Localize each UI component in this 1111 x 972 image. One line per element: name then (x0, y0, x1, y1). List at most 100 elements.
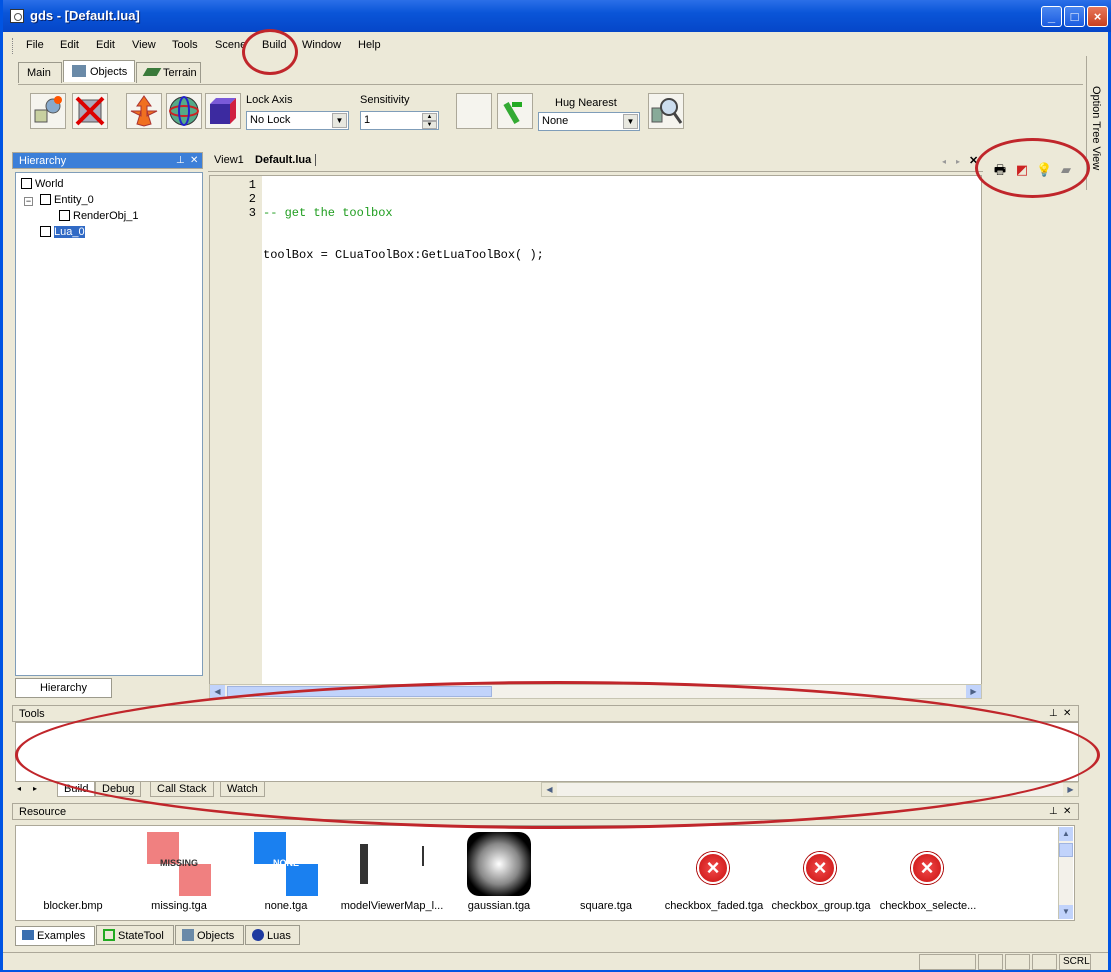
code-editor[interactable]: 1 2 3 -- get the toolbox toolBox = CLuaT… (209, 175, 982, 685)
tab-statetool[interactable]: StateTool (96, 925, 174, 945)
tools-output[interactable] (15, 722, 1079, 782)
resource-item[interactable]: gaussian.tga (447, 832, 551, 918)
menu-window[interactable]: Window (302, 39, 341, 51)
menubar-grip (12, 38, 15, 54)
scroll-thumb[interactable] (227, 686, 492, 697)
menu-edit-2[interactable]: Edit (96, 39, 115, 51)
checkbox-icon[interactable] (59, 210, 70, 221)
delete-object-button[interactable] (72, 93, 108, 129)
tab-call-stack[interactable]: Call Stack (150, 782, 214, 797)
shapes-toggle-icon[interactable]: ◩ (1014, 162, 1030, 178)
menu-build[interactable]: Build (262, 39, 286, 51)
pin-icon[interactable]: ⊥ (1049, 806, 1058, 817)
hierarchy-tree[interactable]: World − Entity_0 RenderObj_1 Lua_0 (15, 172, 203, 676)
add-object-button[interactable] (30, 93, 66, 129)
tab-default-lua[interactable]: Default.lua (255, 154, 317, 166)
tab-main[interactable]: Main (18, 62, 62, 83)
tab-examples-label: Examples (37, 930, 86, 942)
resource-item[interactable]: square.tga (554, 832, 658, 918)
scroll-up-icon[interactable]: ▲ (1059, 827, 1073, 841)
camera-icon[interactable]: ▰ (1058, 162, 1074, 178)
tab-objects-res-label: Objects (197, 930, 235, 942)
line-number-gutter: 1 2 3 (210, 176, 262, 684)
tab-next-icon[interactable]: ▸ (956, 157, 960, 166)
menu-edit[interactable]: Edit (60, 39, 79, 51)
menu-view[interactable]: View (132, 39, 156, 51)
close-document-icon[interactable]: ✕ (969, 154, 978, 167)
checkbox-icon[interactable] (40, 226, 51, 237)
tab-view1[interactable]: View1 (214, 154, 244, 166)
menu-scene[interactable]: Scene (215, 39, 246, 51)
menu-tools[interactable]: Tools (172, 39, 198, 51)
tab-prev-icon[interactable]: ◂ (942, 157, 946, 166)
tab-luas[interactable]: Luas (245, 925, 300, 945)
close-button[interactable]: × (1087, 6, 1108, 27)
resource-item[interactable]: MISSING missing.tga (127, 832, 231, 918)
spin-down-icon[interactable]: ▼ (422, 121, 437, 129)
light-bulb-icon[interactable]: 💡 (1036, 162, 1052, 178)
close-icon[interactable]: ✕ (1063, 806, 1071, 817)
tree-node-entity[interactable]: Entity_0 (40, 194, 94, 206)
tools-header[interactable]: Tools ⊥ ✕ (12, 705, 1079, 722)
pin-icon[interactable]: ⊥ (176, 155, 185, 166)
tab-hierarchy[interactable]: Hierarchy (15, 678, 112, 698)
menu-help[interactable]: Help (358, 39, 381, 51)
tab-examples[interactable]: Examples (15, 926, 95, 946)
scroll-down-icon[interactable]: ▼ (1059, 905, 1073, 919)
checkbox-icon[interactable] (21, 178, 32, 189)
menu-file[interactable]: File (26, 39, 44, 51)
blank-tool-button[interactable] (456, 93, 492, 129)
tab-scroll-right-icon[interactable]: ▸ (33, 784, 37, 793)
resource-item[interactable]: blocker.bmp (21, 832, 125, 918)
resource-item[interactable]: NONE none.tga (234, 832, 338, 918)
editor-horizontal-scrollbar[interactable]: ◀ ▶ (209, 684, 982, 699)
hierarchy-header[interactable]: Hierarchy ⊥ ✕ (12, 152, 203, 169)
rotate-tool-button[interactable] (166, 93, 202, 129)
menu-bar: File Edit Edit View Tools Scene Build Wi… (6, 34, 1086, 56)
title-bar[interactable]: gds - [Default.lua] _ □ × (3, 0, 1111, 32)
move-icon (130, 95, 158, 127)
tree-node-world[interactable]: World (21, 178, 64, 190)
sensitivity-spinner[interactable]: 1 ▲ ▼ (360, 111, 439, 130)
pin-icon[interactable]: ⊥ (1049, 708, 1058, 719)
resource-vertical-scrollbar[interactable]: ▲ ▼ (1058, 827, 1073, 919)
tools-horizontal-scrollbar[interactable]: ◀ ▶ (541, 782, 1079, 797)
close-icon[interactable]: ✕ (190, 155, 198, 166)
scroll-left-icon[interactable]: ◀ (210, 685, 225, 698)
tab-objects-res[interactable]: Objects (175, 925, 244, 945)
tab-build[interactable]: Build (57, 782, 96, 797)
tab-debug[interactable]: Debug (95, 782, 142, 797)
tree-node-label: Lua_0 (54, 226, 85, 238)
checkbox-icon[interactable] (40, 194, 51, 205)
resource-header[interactable]: Resource ⊥ ✕ (12, 803, 1079, 820)
scroll-left-icon[interactable]: ◀ (542, 783, 557, 796)
collapse-icon[interactable]: − (24, 197, 33, 206)
resource-item[interactable]: × checkbox_faded.tga (662, 832, 766, 918)
tab-scroll-left-icon[interactable]: ◂ (17, 784, 21, 793)
scale-tool-button[interactable] (205, 93, 241, 129)
scroll-thumb[interactable] (1059, 843, 1073, 857)
lock-axis-select[interactable]: No Lock ▼ (246, 111, 349, 130)
move-tool-button[interactable] (126, 93, 162, 129)
scroll-right-icon[interactable]: ▶ (966, 685, 981, 698)
snap-tool-button[interactable] (497, 93, 533, 129)
resource-item[interactable]: modelViewerMap_l... (340, 832, 444, 918)
resource-item[interactable]: × checkbox_selecte... (876, 832, 980, 918)
tab-watch[interactable]: Watch (220, 782, 265, 797)
maximize-button[interactable]: □ (1064, 6, 1085, 27)
code-text[interactable]: -- get the toolbox toolBox = CLuaToolBox… (263, 178, 544, 318)
minimize-button[interactable]: _ (1041, 6, 1062, 27)
option-tree-view-tab[interactable]: Option Tree View (1086, 56, 1108, 190)
tree-node-renderobj[interactable]: RenderObj_1 (59, 210, 138, 222)
tab-terrain[interactable]: Terrain (136, 62, 201, 83)
find-object-button[interactable] (648, 93, 684, 129)
tab-objects[interactable]: Objects (63, 60, 135, 82)
close-icon[interactable]: ✕ (1063, 708, 1071, 719)
printer-icon[interactable]: 🖶 (992, 162, 1008, 178)
spin-up-icon[interactable]: ▲ (422, 113, 437, 121)
tree-node-lua[interactable]: Lua_0 (40, 226, 85, 238)
resource-item[interactable]: × checkbox_group.tga (769, 832, 873, 918)
resource-grid[interactable]: blocker.bmp MISSING missing.tga NONE non… (15, 825, 1075, 921)
scroll-right-icon[interactable]: ▶ (1063, 783, 1078, 796)
hug-nearest-select[interactable]: None ▼ (538, 112, 640, 131)
